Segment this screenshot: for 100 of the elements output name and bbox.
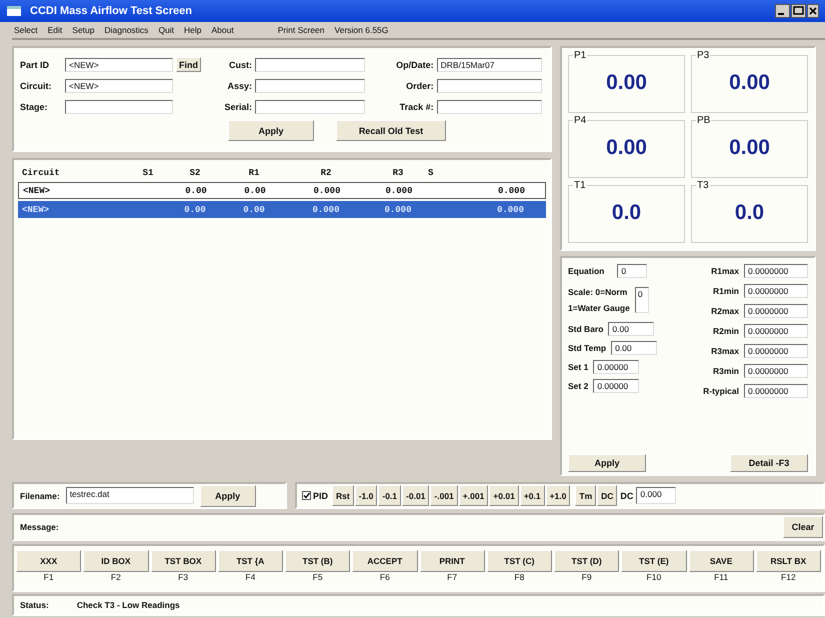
parameter-field[interactable]: 0.00000 xyxy=(593,360,640,374)
meter-value: 0.00 xyxy=(729,136,770,160)
function-key-button[interactable]: TST (C) xyxy=(486,550,552,572)
pid-checkbox[interactable]: PID xyxy=(299,490,332,500)
function-key-button[interactable]: ID BOX xyxy=(83,550,148,572)
column-header: Circuit xyxy=(22,168,61,178)
meter-label: T1 xyxy=(573,180,587,191)
field-label: Serial: xyxy=(223,102,252,112)
meter-label: T3 xyxy=(696,180,710,191)
function-key-button[interactable]: SAVE xyxy=(688,550,754,572)
meter-value: 0.0 xyxy=(734,200,764,224)
close-icon[interactable] xyxy=(807,4,819,18)
text-field[interactable] xyxy=(65,100,173,114)
meter-value: 0.00 xyxy=(606,136,647,160)
text-field[interactable] xyxy=(255,78,365,92)
step-button[interactable]: +1.0 xyxy=(546,485,570,506)
find-button[interactable]: Find xyxy=(176,57,201,72)
key-label: F11 xyxy=(713,572,730,582)
parameter-label: R3max xyxy=(711,346,739,356)
function-key-button[interactable]: XXX xyxy=(16,550,82,572)
window-title: CCDI Mass Airflow Test Screen xyxy=(30,5,193,17)
status-label: Status: xyxy=(20,600,49,610)
minimize-icon[interactable] xyxy=(775,4,790,18)
field-label: Op/Date: xyxy=(395,60,434,70)
menu-item[interactable]: Help xyxy=(184,25,202,35)
menu-item[interactable]: Edit xyxy=(48,25,62,35)
reset-button[interactable]: Rst xyxy=(332,485,354,506)
parameter-label: Std Temp xyxy=(568,343,606,353)
filename-field[interactable]: testrec.dat xyxy=(66,487,194,504)
parameter-label: Set 1 xyxy=(568,362,588,372)
text-field[interactable] xyxy=(255,58,365,72)
meter-label: P1 xyxy=(573,50,588,61)
key-label: F7 xyxy=(446,572,458,582)
parameter-field[interactable]: 0.00000 xyxy=(593,379,640,393)
parameter-label: Equation xyxy=(568,266,604,276)
field-label: Cust: xyxy=(228,60,252,70)
parameter-field[interactable]: 0.00 xyxy=(608,322,654,336)
dc-button[interactable]: DC xyxy=(597,485,618,506)
step-button[interactable]: -1.0 xyxy=(354,485,378,506)
function-key-button[interactable]: TST (B) xyxy=(285,550,350,572)
function-key-button[interactable]: TST {A xyxy=(218,550,283,572)
maximize-icon[interactable] xyxy=(791,4,806,18)
text-field[interactable] xyxy=(255,100,365,114)
step-button[interactable]: +0.01 xyxy=(489,485,519,506)
text-field[interactable] xyxy=(436,78,542,92)
column-header: R3 xyxy=(392,168,404,178)
parameter-field[interactable]: 0.0000000 xyxy=(744,344,808,358)
parameter-field[interactable]: 0.0000000 xyxy=(744,364,808,378)
clear-button[interactable]: Clear xyxy=(783,516,823,538)
function-key-button[interactable]: RSLT BX xyxy=(756,550,821,572)
parameter-field[interactable]: 0 xyxy=(634,287,649,313)
menu-item[interactable]: Print Screen xyxy=(278,25,325,35)
parameter-field[interactable]: 0.0000000 xyxy=(744,304,808,318)
step-button[interactable]: -0.1 xyxy=(378,485,402,506)
text-field[interactable]: DRB/15Mar07 xyxy=(436,58,542,72)
menu-item[interactable]: Setup xyxy=(72,25,94,35)
window-icon xyxy=(6,5,22,17)
meter-label: PB xyxy=(696,115,712,126)
tm-button[interactable]: Tm xyxy=(575,485,596,506)
dc-field[interactable]: 0.000 xyxy=(636,487,676,504)
recall-button[interactable]: Recall Old Test xyxy=(336,120,446,141)
parameter-field[interactable]: 0.0000000 xyxy=(744,284,808,298)
menu-item[interactable]: About xyxy=(212,25,234,35)
function-key-button[interactable]: TST BOX xyxy=(150,550,216,572)
key-label: F12 xyxy=(780,572,797,582)
column-header: S xyxy=(428,168,434,178)
checkbox-icon xyxy=(302,491,311,500)
step-button[interactable]: -0.01 xyxy=(402,485,430,506)
parameter-label: R2max xyxy=(711,306,739,316)
step-button[interactable]: -.001 xyxy=(430,485,458,506)
apply-button[interactable]: Apply xyxy=(568,454,646,472)
menu-item[interactable]: Select xyxy=(14,25,38,35)
message-label: Message: xyxy=(20,522,59,532)
function-key-button[interactable]: PRINT xyxy=(420,550,485,572)
version-label: Version 6.55G xyxy=(334,25,388,35)
menu-item[interactable]: Diagnostics xyxy=(104,25,148,35)
text-field[interactable] xyxy=(436,100,542,114)
parameter-label: R3min xyxy=(713,366,739,376)
function-key-button[interactable]: ACCEPT xyxy=(352,550,418,572)
table-row[interactable]: <NEW> 0.00 0.00 0.000 0.000 0.000 xyxy=(18,182,546,199)
apply-button[interactable]: Apply xyxy=(200,484,256,506)
key-label: F1 xyxy=(42,572,55,582)
step-button[interactable]: +.001 xyxy=(458,485,488,506)
function-key-button[interactable]: TST (E) xyxy=(621,550,686,572)
detail-button[interactable]: Detail -F3 xyxy=(730,454,808,472)
status-text: Check T3 - Low Readings xyxy=(76,600,180,610)
step-button[interactable]: +0.1 xyxy=(520,485,545,506)
parameter-field[interactable]: 0.0000000 xyxy=(744,384,808,398)
parameter-label: Std Baro xyxy=(568,324,604,334)
function-key-button[interactable]: TST (D) xyxy=(554,550,620,572)
apply-button[interactable]: Apply xyxy=(228,120,314,141)
parameter-field[interactable]: 0.0000000 xyxy=(744,324,808,338)
text-field[interactable]: <NEW> xyxy=(65,58,173,72)
menu-item[interactable]: Quit xyxy=(158,25,174,35)
parameter-field[interactable]: 0 xyxy=(617,264,648,278)
parameter-field[interactable]: 0.0000000 xyxy=(744,264,808,278)
text-field[interactable]: <NEW> xyxy=(65,78,173,92)
key-label: F3 xyxy=(177,572,190,582)
parameter-field[interactable]: 0.00 xyxy=(611,341,658,355)
table-row[interactable]: <NEW> 0.00 0.00 0.000 0.000 0.000 xyxy=(18,201,546,218)
